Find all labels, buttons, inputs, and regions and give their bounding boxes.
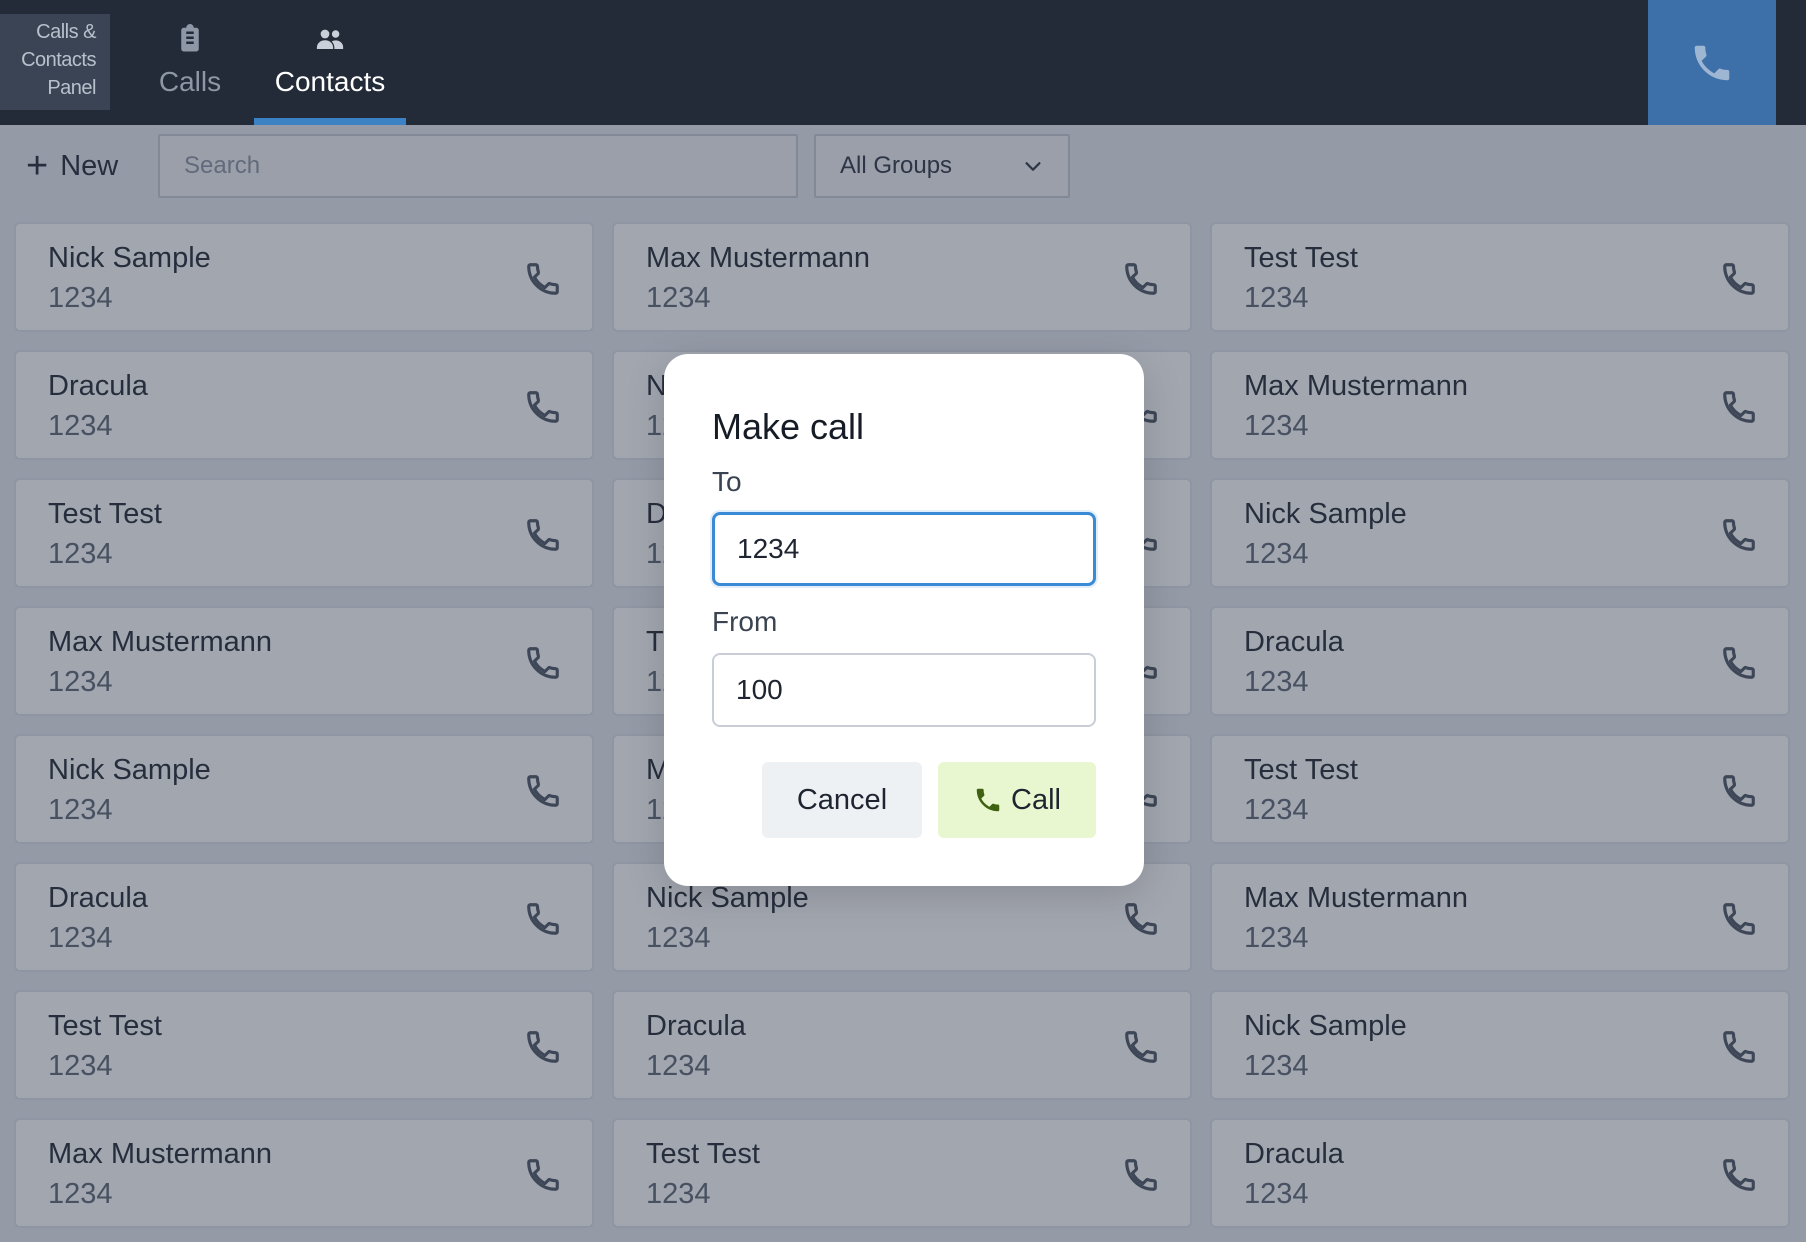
- make-call-dialog: Make call To From Cancel Call: [664, 354, 1144, 886]
- to-field[interactable]: [712, 512, 1096, 586]
- call-button[interactable]: Call: [938, 762, 1096, 838]
- app-brand: Calls & Contacts Panel: [0, 14, 110, 110]
- users-icon: [316, 29, 344, 49]
- tab-calls[interactable]: Calls: [140, 0, 240, 125]
- active-tab-indicator: [254, 118, 406, 125]
- call-button-label: Call: [1011, 783, 1061, 816]
- brand-line-3: Panel: [47, 77, 96, 99]
- from-label: From: [712, 606, 778, 637]
- to-label: To: [712, 466, 742, 497]
- cancel-button[interactable]: Cancel: [762, 762, 922, 838]
- from-field[interactable]: [712, 653, 1096, 727]
- brand-line-2: Contacts: [21, 49, 96, 71]
- tab-contacts[interactable]: Contacts: [254, 0, 406, 125]
- brand-line-1: Calls &: [36, 21, 96, 43]
- tab-calls-label: Calls: [158, 66, 222, 97]
- tab-contacts-label: Contacts: [274, 66, 386, 97]
- dialer-button[interactable]: [1648, 0, 1776, 125]
- dialog-title: Make call: [712, 406, 865, 447]
- phone-icon: [976, 788, 1000, 812]
- top-nav-bar: Calls & Contacts Panel Calls Contacts: [0, 0, 1806, 125]
- clipboard-icon: [181, 24, 199, 52]
- phone-icon: [1694, 45, 1730, 80]
